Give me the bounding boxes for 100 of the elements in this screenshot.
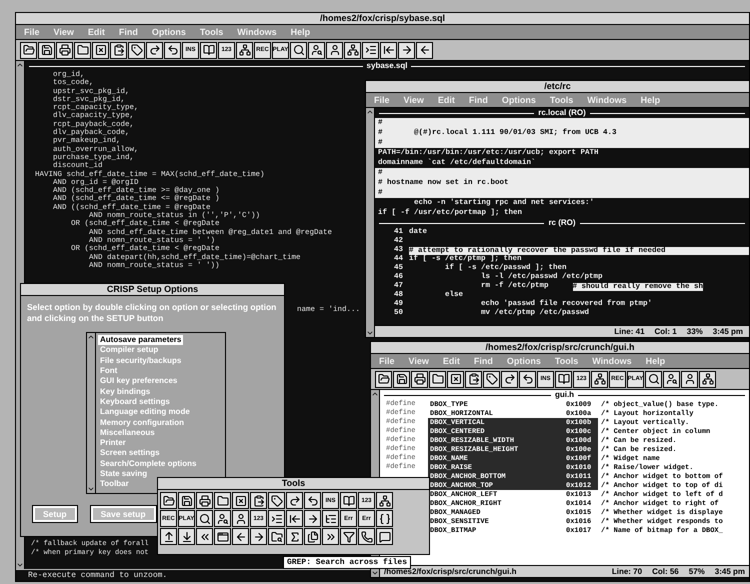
book-icon[interactable] <box>340 492 357 509</box>
search-icon[interactable] <box>645 370 662 388</box>
menu-item[interactable]: Help <box>646 356 666 366</box>
printer-icon[interactable] <box>196 492 213 509</box>
tag-icon[interactable] <box>128 42 145 58</box>
tag-icon[interactable] <box>268 492 285 509</box>
folder-icon[interactable] <box>214 492 231 509</box>
sigma-icon[interactable] <box>286 528 303 545</box>
files-icon[interactable] <box>304 528 321 545</box>
dialog-button[interactable]: Setup <box>33 506 77 522</box>
scroll-up-icon[interactable] <box>16 61 24 69</box>
tree-icon[interactable] <box>591 370 608 388</box>
option-item[interactable]: Memory configuration <box>98 417 186 428</box>
save-icon[interactable] <box>38 42 55 58</box>
person-search-icon[interactable] <box>214 510 231 527</box>
scroll-down-icon[interactable] <box>366 329 374 337</box>
window-icon[interactable] <box>214 528 231 545</box>
save-icon[interactable] <box>178 492 195 509</box>
menu-item[interactable]: File <box>24 28 40 36</box>
save-icon[interactable] <box>393 370 410 388</box>
menu-item[interactable]: Tools <box>200 28 224 36</box>
option-item[interactable]: Autosave parameters <box>98 335 184 346</box>
option-item[interactable]: Miscellaneous <box>98 428 157 438</box>
menu-item[interactable]: View <box>408 356 429 366</box>
option-item[interactable]: GUI key preferences <box>98 376 180 386</box>
tag-icon[interactable] <box>483 370 500 388</box>
option-item[interactable]: File security/backups <box>98 356 184 366</box>
option-item[interactable]: Language editing mode <box>98 407 192 418</box>
arrow-left-icon[interactable] <box>232 528 249 545</box>
person-icon[interactable] <box>681 370 698 388</box>
arrow-left-icon[interactable] <box>416 42 433 58</box>
list-tree-icon[interactable] <box>322 510 339 527</box>
search-icon[interactable] <box>196 510 213 527</box>
menu-item[interactable]: Find <box>468 96 488 104</box>
scrollbar[interactable] <box>87 333 96 493</box>
search-icon[interactable] <box>290 42 307 58</box>
folder-search-icon[interactable] <box>268 528 285 545</box>
option-item[interactable]: Font <box>98 366 120 376</box>
menu-item[interactable]: Edit <box>88 28 105 36</box>
undo-icon[interactable] <box>519 370 536 388</box>
cross-box-icon[interactable] <box>447 370 464 388</box>
clipboard-icon[interactable] <box>110 42 127 58</box>
arrow-up-icon[interactable] <box>160 528 177 545</box>
phone-icon[interactable] <box>358 528 375 545</box>
indent-icon[interactable] <box>268 510 285 527</box>
redo-icon[interactable] <box>286 492 303 509</box>
funnel-icon[interactable] <box>340 528 357 545</box>
option-item[interactable]: Compiler setup <box>98 345 160 356</box>
menu-item[interactable]: Edit <box>438 96 455 104</box>
menu-item[interactable]: Help <box>290 28 310 36</box>
tree-icon[interactable] <box>236 42 253 58</box>
redo-icon[interactable] <box>146 42 163 58</box>
menu-item[interactable]: Find <box>474 356 493 366</box>
scroll-down-icon[interactable] <box>87 485 95 493</box>
indent-icon[interactable] <box>362 42 379 58</box>
option-item[interactable]: Search/Complete options <box>98 458 198 469</box>
folder-open-icon[interactable] <box>375 370 392 388</box>
scrollbar[interactable] <box>366 108 375 337</box>
menu-item[interactable]: Windows <box>592 356 632 366</box>
scroll-up-icon[interactable] <box>371 390 379 398</box>
book-icon[interactable] <box>555 370 572 388</box>
undo-icon[interactable] <box>304 492 321 509</box>
option-item[interactable]: Screen settings <box>98 448 162 459</box>
menu-item[interactable]: Options <box>502 96 536 104</box>
menu-item[interactable]: Edit <box>442 356 460 366</box>
undo-icon[interactable] <box>164 42 181 58</box>
message-icon[interactable] <box>376 528 393 545</box>
folder-open-icon[interactable] <box>20 42 37 58</box>
person-search-icon[interactable] <box>308 42 325 58</box>
printer-icon[interactable] <box>56 42 73 58</box>
tree-icon[interactable] <box>699 370 716 388</box>
menu-item[interactable]: Options <box>506 356 541 366</box>
redo-icon[interactable] <box>501 370 518 388</box>
menu-item[interactable]: Windows <box>237 28 277 36</box>
cross-box-icon[interactable] <box>92 42 109 58</box>
double-chevron-right-icon[interactable] <box>322 528 339 545</box>
option-item[interactable]: Key bindings <box>98 386 152 397</box>
arrow-left-bar-icon[interactable] <box>286 510 303 527</box>
menu-item[interactable]: File <box>379 356 395 366</box>
scroll-down-icon[interactable] <box>16 561 24 569</box>
scroll-up-icon[interactable] <box>87 333 95 341</box>
arrow-right-icon[interactable] <box>250 528 267 545</box>
tree-icon[interactable] <box>376 492 393 509</box>
scroll-down-icon[interactable] <box>371 569 379 577</box>
folder-icon[interactable] <box>429 370 446 388</box>
printer-icon[interactable] <box>411 370 428 388</box>
menu-item[interactable]: Windows <box>587 96 627 104</box>
person-search-icon[interactable] <box>663 370 680 388</box>
option-item[interactable]: Printer <box>98 438 128 448</box>
menu-item[interactable]: Options <box>152 28 186 36</box>
scroll-up-icon[interactable] <box>366 108 374 116</box>
person-icon[interactable] <box>326 42 343 58</box>
menu-item[interactable]: View <box>404 96 424 104</box>
clipboard-icon[interactable] <box>465 370 482 388</box>
option-item[interactable]: Keyboard settings <box>98 396 172 408</box>
menu-item[interactable]: Tools <box>550 96 574 104</box>
double-chevron-left-icon[interactable] <box>196 528 213 545</box>
menu-item[interactable]: Find <box>118 28 138 36</box>
option-item[interactable]: State saving <box>98 468 150 480</box>
dialog-button[interactable]: Save setup <box>90 506 156 522</box>
